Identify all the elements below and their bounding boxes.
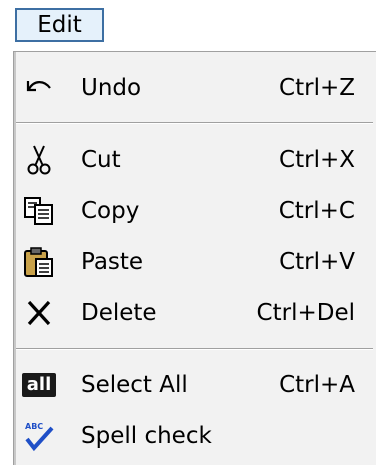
spell-check-icon-text: ABC xyxy=(25,422,43,431)
menu-item-copy[interactable]: Copy Ctrl+C xyxy=(14,186,375,236)
menu-item-undo[interactable]: Undo Ctrl+Z xyxy=(14,63,375,113)
select-all-icon: all xyxy=(22,368,56,402)
menu-item-spell-check[interactable]: ABC Spell check xyxy=(14,411,375,461)
menu-item-delete[interactable]: Delete Ctrl+Del xyxy=(14,288,375,338)
menu-item-label: Cut xyxy=(81,147,121,173)
menu-item-label: Copy xyxy=(81,198,140,224)
menu-item-shortcut: Ctrl+V xyxy=(279,249,355,275)
menu-item-label: Undo xyxy=(81,75,142,101)
menu-item-shortcut: Ctrl+X xyxy=(279,147,355,173)
menu-item-shortcut: Ctrl+Del xyxy=(256,300,355,326)
copy-icon xyxy=(22,194,56,228)
undo-icon xyxy=(22,71,56,105)
menu-separator xyxy=(16,348,373,350)
edit-menu-title[interactable]: Edit xyxy=(15,8,104,42)
menu-item-label: Spell check xyxy=(81,423,212,449)
menu-item-select-all[interactable]: all Select All Ctrl+A xyxy=(14,360,375,410)
menu-item-label: Select All xyxy=(81,372,188,398)
scissors-icon xyxy=(22,143,56,177)
select-all-icon-text: all xyxy=(22,373,56,397)
menu-item-shortcut: Ctrl+Z xyxy=(279,75,355,101)
delete-x-icon xyxy=(22,296,56,330)
menu-bar: Edit xyxy=(0,0,376,48)
edit-dropdown-menu: Undo Ctrl+Z Cut Ctrl+X Copy Ctrl+C Paste… xyxy=(13,51,376,465)
menu-item-shortcut: Ctrl+A xyxy=(279,372,355,398)
paste-icon xyxy=(22,245,56,279)
menu-item-label: Paste xyxy=(81,249,144,275)
spell-check-icon: ABC xyxy=(22,419,56,453)
menu-separator xyxy=(16,122,373,124)
menu-item-cut[interactable]: Cut Ctrl+X xyxy=(14,135,375,185)
menu-item-paste[interactable]: Paste Ctrl+V xyxy=(14,237,375,287)
menu-item-label: Delete xyxy=(81,300,157,326)
menu-item-shortcut: Ctrl+C xyxy=(278,198,355,224)
